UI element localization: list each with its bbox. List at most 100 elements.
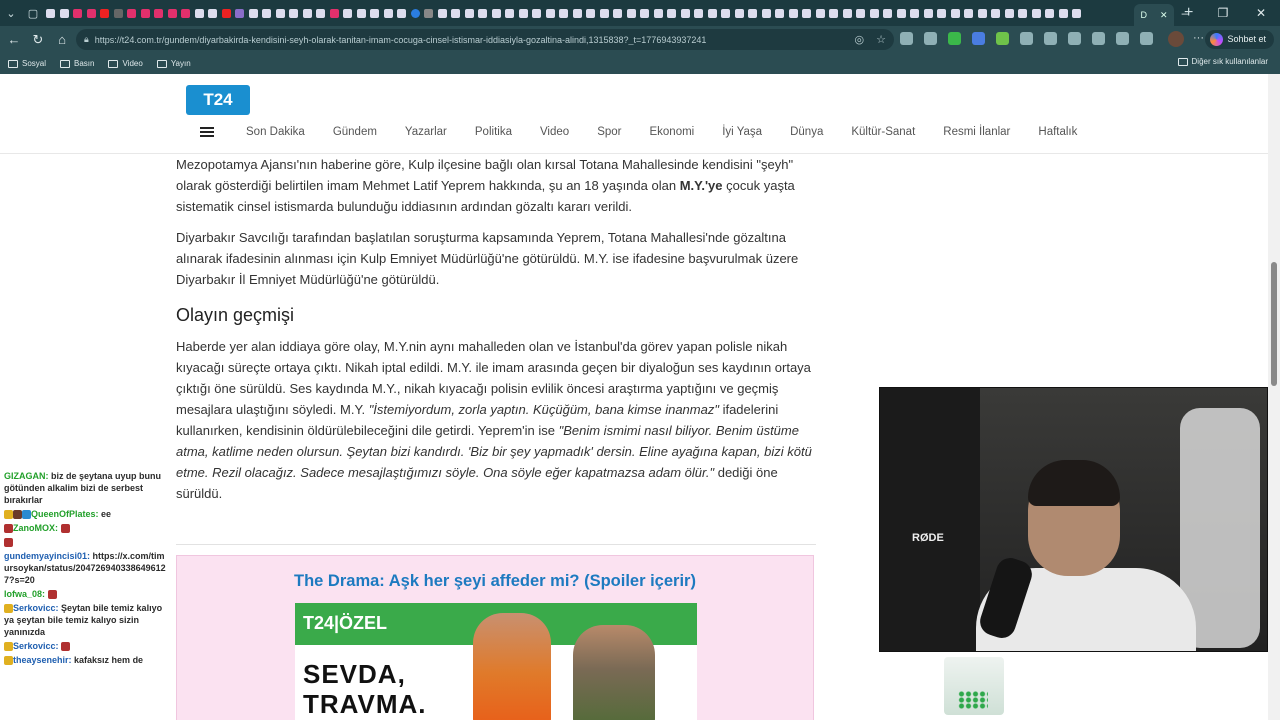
tab-x[interactable] [895, 0, 909, 26]
tab-x[interactable] [638, 0, 652, 26]
extension-icon[interactable] [924, 32, 937, 45]
nav-son-dakika[interactable]: Son Dakika [246, 126, 305, 138]
tab-ig[interactable] [328, 0, 342, 26]
favorite-star-icon[interactable]: ☆ [876, 33, 886, 46]
tab-x[interactable] [530, 0, 544, 26]
tab-x[interactable] [463, 0, 477, 26]
tab-blue[interactable] [409, 0, 423, 26]
tab-ig[interactable] [139, 0, 153, 26]
back-icon[interactable]: ← [2, 32, 26, 47]
workspaces-icon[interactable]: ▢ [22, 3, 44, 23]
nav-politika[interactable]: Politika [475, 126, 512, 138]
tab-x[interactable] [814, 0, 828, 26]
url-field[interactable]: 🔒︎ https://t24.com.tr/gundem/diyarbakird… [76, 29, 894, 50]
minimize-icon[interactable]: – [1166, 0, 1204, 26]
tab-x[interactable] [544, 0, 558, 26]
promo-title[interactable]: The Drama: Aşk her şeyi affeder mi? (Spo… [177, 572, 813, 591]
settings-icon[interactable] [1068, 32, 1081, 45]
tab-x[interactable] [287, 0, 301, 26]
tab-x[interactable] [490, 0, 504, 26]
tab-x[interactable] [746, 0, 760, 26]
tab-x[interactable] [382, 0, 396, 26]
scrollbar[interactable] [1268, 74, 1280, 720]
extension-icon[interactable] [948, 32, 961, 45]
tab-ig[interactable] [179, 0, 193, 26]
nav-haftalik[interactable]: Haftalık [1038, 126, 1077, 138]
extension-icon[interactable] [900, 32, 913, 45]
tab-x[interactable] [58, 0, 72, 26]
tab-x[interactable] [341, 0, 355, 26]
tab-li[interactable] [233, 0, 247, 26]
tab-x[interactable] [247, 0, 261, 26]
menu-icon[interactable] [200, 127, 214, 137]
tab-x[interactable] [949, 0, 963, 26]
tab-x[interactable] [706, 0, 720, 26]
nav-dunya[interactable]: Dünya [790, 126, 823, 138]
tab-x[interactable] [962, 0, 976, 26]
tab-x[interactable] [854, 0, 868, 26]
tab-x[interactable] [571, 0, 585, 26]
heart-icon[interactable] [1116, 32, 1129, 45]
tab-x[interactable] [1057, 0, 1071, 26]
other-favorites[interactable]: Diğer sık kullanılanlar [1177, 57, 1268, 66]
tab-x[interactable] [625, 0, 639, 26]
tab-w[interactable] [422, 0, 436, 26]
tab-x[interactable] [355, 0, 369, 26]
tab-x[interactable] [976, 0, 990, 26]
tab-x[interactable] [517, 0, 531, 26]
tab-x[interactable] [274, 0, 288, 26]
tab-x[interactable] [652, 0, 666, 26]
extension-icon[interactable] [996, 32, 1009, 45]
tab-x[interactable] [1030, 0, 1044, 26]
refresh-icon[interactable]: ↻ [26, 32, 50, 48]
tab-x[interactable] [44, 0, 58, 26]
tab-x[interactable] [881, 0, 895, 26]
tab-x[interactable] [760, 0, 774, 26]
tab-ig[interactable] [71, 0, 85, 26]
nav-resmi-ilanlar[interactable]: Resmi İlanlar [943, 126, 1010, 138]
tab-x[interactable] [935, 0, 949, 26]
tab-x[interactable] [1070, 0, 1084, 26]
tab-x[interactable] [1043, 0, 1057, 26]
tab-x[interactable] [733, 0, 747, 26]
tab-x[interactable] [584, 0, 598, 26]
copilot-chat-button[interactable]: Sohbet et [1205, 30, 1274, 49]
bookmark-sosyal[interactable]: Sosyal [8, 59, 46, 68]
nav-spor[interactable]: Spor [597, 126, 621, 138]
scrollbar-thumb[interactable] [1271, 262, 1277, 386]
tab-x[interactable] [719, 0, 733, 26]
nav-gundem[interactable]: Gündem [333, 126, 377, 138]
split-screen-icon[interactable] [1044, 32, 1057, 45]
tab-x[interactable] [395, 0, 409, 26]
maximize-icon[interactable]: ❐ [1204, 0, 1242, 26]
tab-x[interactable] [368, 0, 382, 26]
tab-x[interactable] [598, 0, 612, 26]
nav-ekonomi[interactable]: Ekonomi [649, 126, 694, 138]
tab-x[interactable] [841, 0, 855, 26]
tab-x[interactable] [611, 0, 625, 26]
tab-yt[interactable] [220, 0, 234, 26]
bookmark-yayin[interactable]: Yayın [156, 59, 191, 68]
tab-x[interactable] [800, 0, 814, 26]
tab-x[interactable] [557, 0, 571, 26]
nav-kultur-sanat[interactable]: Kültür-Sanat [851, 126, 915, 138]
tab-x[interactable] [476, 0, 490, 26]
tab-x[interactable] [193, 0, 207, 26]
tab-ig[interactable] [125, 0, 139, 26]
tab-x[interactable] [301, 0, 315, 26]
tab-x[interactable] [908, 0, 922, 26]
tab-x[interactable] [692, 0, 706, 26]
tab-x[interactable] [1003, 0, 1017, 26]
downloads-icon[interactable] [1140, 32, 1153, 45]
related-promo[interactable]: The Drama: Aşk her şeyi affeder mi? (Spo… [176, 555, 814, 720]
tab-x[interactable] [260, 0, 274, 26]
more-icon[interactable]: ··· [1193, 32, 1204, 44]
reader-icon[interactable]: ◎ [855, 33, 865, 46]
extension-icon[interactable] [1020, 32, 1033, 45]
tab-x[interactable] [868, 0, 882, 26]
bookmark-video[interactable]: Video [108, 59, 143, 68]
window-close-icon[interactable]: ✕ [1242, 0, 1280, 26]
extension-icon[interactable] [972, 32, 985, 45]
tab-x[interactable] [665, 0, 679, 26]
tab-k[interactable] [112, 0, 126, 26]
